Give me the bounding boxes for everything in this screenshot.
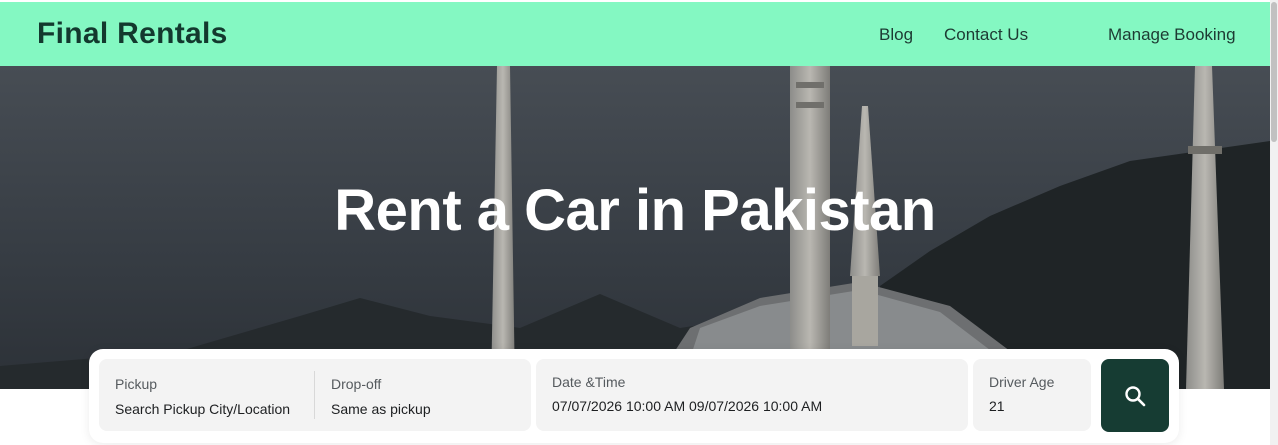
nav-manage-booking-link[interactable]: Manage Booking: [1108, 25, 1236, 45]
page-scrollbar[interactable]: [1270, 0, 1278, 445]
datetime-label: Date &Time: [552, 374, 626, 390]
location-fields: Pickup Search Pickup City/Location Drop-…: [99, 359, 531, 431]
hero-title: Rent a Car in Pakistan: [334, 178, 936, 243]
site-header: Final Rentals Blog Contact Us Manage Boo…: [0, 2, 1270, 66]
search-button[interactable]: [1101, 359, 1169, 432]
search-icon: [1125, 385, 1146, 406]
hero-section: Rent a Car in Pakistan: [0, 66, 1270, 389]
pickup-field[interactable]: Pickup Search Pickup City/Location: [115, 376, 295, 417]
driver-age-label: Driver Age: [989, 374, 1055, 390]
scrollbar-thumb[interactable]: [1271, 2, 1277, 142]
site-logo[interactable]: Final Rentals: [37, 17, 228, 51]
dropoff-input[interactable]: Same as pickup: [331, 401, 511, 417]
datetime-field-group[interactable]: Date &Time 07/07/2026 10:00 AM 09/07/202…: [536, 359, 968, 431]
pickup-label: Pickup: [115, 376, 158, 392]
location-divider: [314, 371, 315, 419]
pickup-input[interactable]: Search Pickup City/Location: [115, 401, 295, 417]
datetime-field[interactable]: Date &Time 07/07/2026 10:00 AM 09/07/202…: [552, 374, 952, 414]
page: Final Rentals Blog Contact Us Manage Boo…: [0, 0, 1270, 445]
driver-age-field-group[interactable]: Driver Age 21: [973, 359, 1091, 431]
dropoff-field[interactable]: Drop-off Same as pickup: [331, 376, 511, 417]
driver-age-input[interactable]: 21: [989, 398, 1079, 414]
datetime-input[interactable]: 07/07/2026 10:00 AM 09/07/2026 10:00 AM: [552, 398, 952, 414]
nav-contact-link[interactable]: Contact Us: [944, 25, 1028, 45]
nav-blog-link[interactable]: Blog: [879, 25, 913, 45]
booking-search-panel: Pickup Search Pickup City/Location Drop-…: [89, 349, 1179, 443]
dropoff-label: Drop-off: [331, 376, 382, 392]
driver-age-field[interactable]: Driver Age 21: [989, 374, 1079, 414]
